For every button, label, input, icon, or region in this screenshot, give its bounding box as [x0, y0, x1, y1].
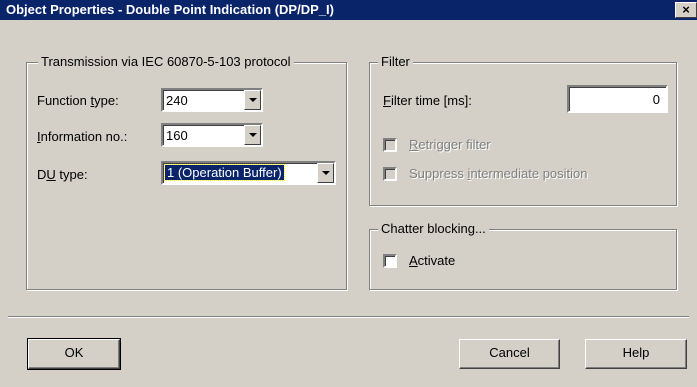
- filter-time-input[interactable]: 0: [567, 85, 668, 113]
- chatter-blocking-legend: Chatter blocking...: [378, 221, 489, 236]
- function-type-value: 240: [166, 93, 188, 108]
- close-icon[interactable]: ×: [675, 2, 697, 18]
- information-no-combo[interactable]: 160: [161, 123, 263, 147]
- retrigger-filter-checkbox[interactable]: [383, 138, 397, 152]
- function-type-combo[interactable]: 240: [161, 88, 263, 112]
- cancel-button[interactable]: Cancel: [459, 339, 560, 369]
- window-title: Object Properties - Double Point Indicat…: [6, 2, 334, 17]
- du-type-label: DU type:: [37, 167, 88, 182]
- activate-label: Activate: [409, 253, 456, 268]
- information-no-label: Information no.:: [37, 129, 128, 144]
- chatter-blocking-group: Chatter blocking... Activate: [369, 221, 677, 290]
- filter-legend: Filter: [378, 54, 413, 69]
- chevron-down-icon[interactable]: [317, 163, 334, 183]
- suppress-intermediate-label: Suppress intermediate position: [409, 166, 588, 181]
- transmission-group: Transmission via IEC 60870-5-103 protoco…: [26, 54, 347, 290]
- ok-button[interactable]: OK: [27, 338, 121, 370]
- du-type-combo[interactable]: 1 (Operation Buffer): [161, 161, 336, 185]
- function-type-label: Function type:: [37, 93, 119, 108]
- du-type-value: 1 (Operation Buffer): [164, 164, 285, 181]
- activate-checkbox[interactable]: [383, 254, 397, 268]
- help-button[interactable]: Help: [585, 339, 687, 369]
- filter-time-label: Filter time [ms]:: [383, 93, 472, 108]
- transmission-legend: Transmission via IEC 60870-5-103 protoco…: [38, 54, 294, 69]
- suppress-intermediate-checkbox[interactable]: [383, 167, 397, 181]
- filter-group: Filter Filter time [ms]: 0 Retrigger fil…: [369, 54, 677, 206]
- information-no-value: 160: [166, 128, 188, 143]
- chevron-down-icon[interactable]: [244, 90, 261, 110]
- retrigger-filter-label: Retrigger filter: [409, 137, 491, 152]
- filter-time-value: 0: [652, 92, 660, 107]
- title-bar: Object Properties - Double Point Indicat…: [0, 0, 697, 20]
- separator: [8, 316, 689, 318]
- chevron-down-icon[interactable]: [244, 125, 261, 145]
